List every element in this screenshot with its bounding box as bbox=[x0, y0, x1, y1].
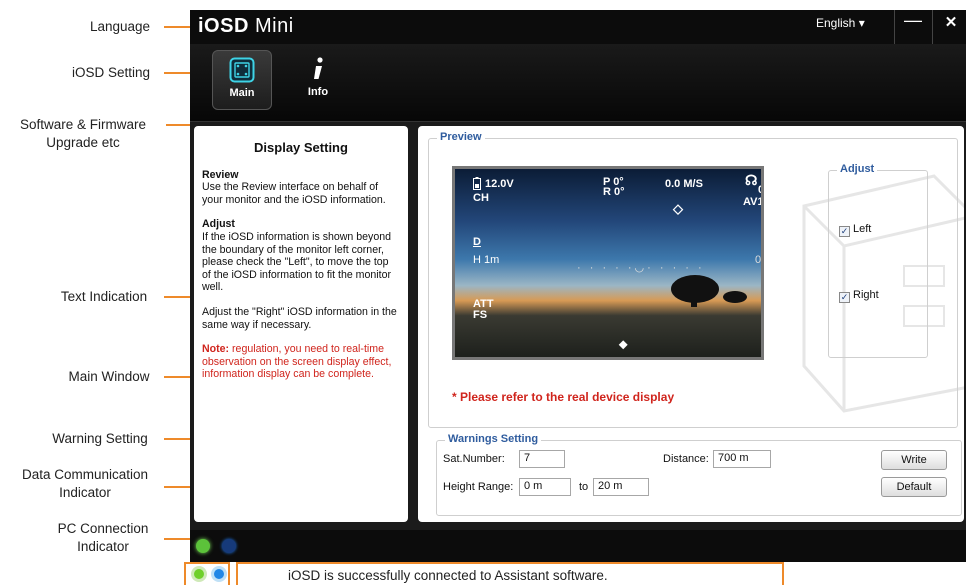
warnings-legend: Warnings Setting bbox=[445, 433, 542, 445]
home-direction-icon: ⬥ bbox=[619, 337, 628, 351]
satellite-icon: ☊ bbox=[745, 172, 758, 188]
osd-roll: R 0° bbox=[603, 186, 625, 198]
warnings-group: Warnings Setting Sat.Number: 7 Distance:… bbox=[436, 433, 962, 516]
left-checkbox-label: Left bbox=[853, 223, 872, 235]
osd-preview-screen: 12.0V CH P 0° R 0° 0.0 M/S ◇ ☊ 0 AV1 D H… bbox=[452, 166, 764, 360]
height-max-input[interactable]: 20 m bbox=[593, 478, 649, 496]
adjust-text: If the iOSD information is shown beyond … bbox=[202, 230, 392, 294]
main-window-panel: Preview 12.0V CH P 0° R 0° 0.0 M/S ◇ ☊ 0… bbox=[418, 126, 964, 522]
osd-speed: 0.0 M/S bbox=[665, 178, 703, 190]
osd-att-value-2: 0 bbox=[761, 300, 764, 311]
write-button[interactable]: Write bbox=[881, 450, 947, 470]
callout-text-indication: Text Indication bbox=[60, 289, 148, 304]
tab-main-label: Main bbox=[229, 87, 255, 99]
checkbox-checked-icon: ✓ bbox=[839, 292, 850, 303]
callout-language: Language bbox=[89, 19, 151, 34]
chevron-down-icon: ▾ bbox=[858, 16, 865, 30]
osd-sats: 0 bbox=[758, 184, 764, 196]
callout-pc-conn: PC Connection Indicator bbox=[57, 521, 149, 554]
horizon-dots: · · · · ·◡· · · · · bbox=[577, 262, 705, 274]
right-checkbox-label: Right bbox=[853, 289, 879, 301]
callout-iosd-setting: iOSD Setting bbox=[71, 65, 151, 80]
sat-number-label: Sat.Number: bbox=[443, 453, 505, 465]
height-range-label: Height Range: bbox=[443, 481, 514, 493]
adjust-group: Adjust ✓ Left ✓ Right bbox=[828, 163, 928, 358]
height-min-input[interactable]: 0 m bbox=[519, 478, 571, 496]
refer-device-note: * Please refer to the real device displa… bbox=[452, 390, 675, 404]
app-window: iOSD Mini English ▾ — ✕ Main Info Displa… bbox=[190, 10, 966, 562]
divider bbox=[894, 10, 895, 44]
content-area: Display Setting Review Use the Review in… bbox=[190, 122, 966, 530]
osd-att-value-1: 5 bbox=[761, 289, 764, 300]
default-button[interactable]: Default bbox=[881, 477, 947, 497]
tab-main[interactable]: Main bbox=[212, 50, 272, 110]
indicator-zoom-box bbox=[184, 562, 230, 585]
note-text: Note: regulation, you need to real-time … bbox=[202, 343, 392, 381]
vspeed-arrow-icon: ▲ bbox=[759, 236, 761, 249]
height-to-label: to bbox=[579, 481, 589, 493]
osd-av: AV1 bbox=[743, 196, 764, 208]
language-value: English bbox=[816, 16, 856, 30]
checkbox-checked-icon: ✓ bbox=[839, 226, 850, 237]
tab-info-label: Info bbox=[307, 86, 329, 98]
close-button[interactable]: ✕ bbox=[936, 13, 966, 31]
distance-label: Distance: bbox=[663, 453, 709, 465]
osd-ch: CH bbox=[473, 192, 489, 204]
review-text: Use the Review interface on behalf of yo… bbox=[202, 181, 386, 206]
osd-d-label: D bbox=[473, 236, 481, 248]
callout-warning-setting: Warning Setting bbox=[52, 431, 148, 446]
info-icon bbox=[314, 57, 323, 79]
osd-battery: 12.0V bbox=[485, 178, 514, 190]
osd-height: H 1m bbox=[473, 254, 500, 266]
app-title: iOSD Mini bbox=[198, 15, 294, 37]
osd-fs: FS bbox=[473, 309, 488, 321]
preview-legend: Preview bbox=[437, 131, 485, 143]
language-dropdown[interactable]: English ▾ bbox=[816, 16, 865, 30]
minimize-button[interactable]: — bbox=[898, 10, 928, 31]
battery-icon bbox=[473, 177, 481, 190]
title-bar: iOSD Mini English ▾ — ✕ bbox=[190, 10, 966, 44]
help-panel: Display Setting Review Use the Review in… bbox=[194, 126, 408, 522]
right-checkbox[interactable]: ✓ Right bbox=[839, 289, 879, 303]
pc-connection-indicator-zoom bbox=[191, 566, 207, 582]
osd-att-value-3: 0 bbox=[761, 311, 764, 322]
status-message: iOSD is successfully connected to Assist… bbox=[236, 562, 784, 585]
osd-screen-icon bbox=[229, 57, 255, 83]
data-communication-indicator-zoom bbox=[211, 566, 227, 582]
osd-vspeed: 0.0 bbox=[755, 254, 764, 266]
tab-info[interactable]: Info bbox=[288, 50, 348, 110]
sat-number-input[interactable]: 7 bbox=[519, 450, 565, 468]
status-bar bbox=[190, 530, 966, 562]
callout-data-comm: Data Communication Indicator bbox=[21, 467, 149, 500]
distance-input[interactable]: 700 m bbox=[713, 450, 771, 468]
divider bbox=[932, 10, 933, 44]
adjust-right-text: Adjust the "Right" iOSD information in t… bbox=[202, 305, 397, 331]
callout-main-window: Main Window bbox=[68, 369, 150, 384]
help-title: Display Setting bbox=[254, 140, 348, 155]
heading-diamond-icon: ◇ bbox=[673, 201, 683, 216]
pc-connection-indicator bbox=[196, 539, 210, 553]
main-toolbar: Main Info bbox=[190, 44, 966, 122]
callout-software-upgrade: Software & Firmware Upgrade etc bbox=[19, 117, 147, 150]
data-communication-indicator bbox=[222, 539, 236, 553]
adjust-legend: Adjust bbox=[837, 163, 878, 175]
left-checkbox[interactable]: ✓ Left bbox=[839, 223, 871, 237]
adjust-heading: Adjust bbox=[202, 218, 235, 231]
review-heading: Review bbox=[202, 168, 239, 181]
